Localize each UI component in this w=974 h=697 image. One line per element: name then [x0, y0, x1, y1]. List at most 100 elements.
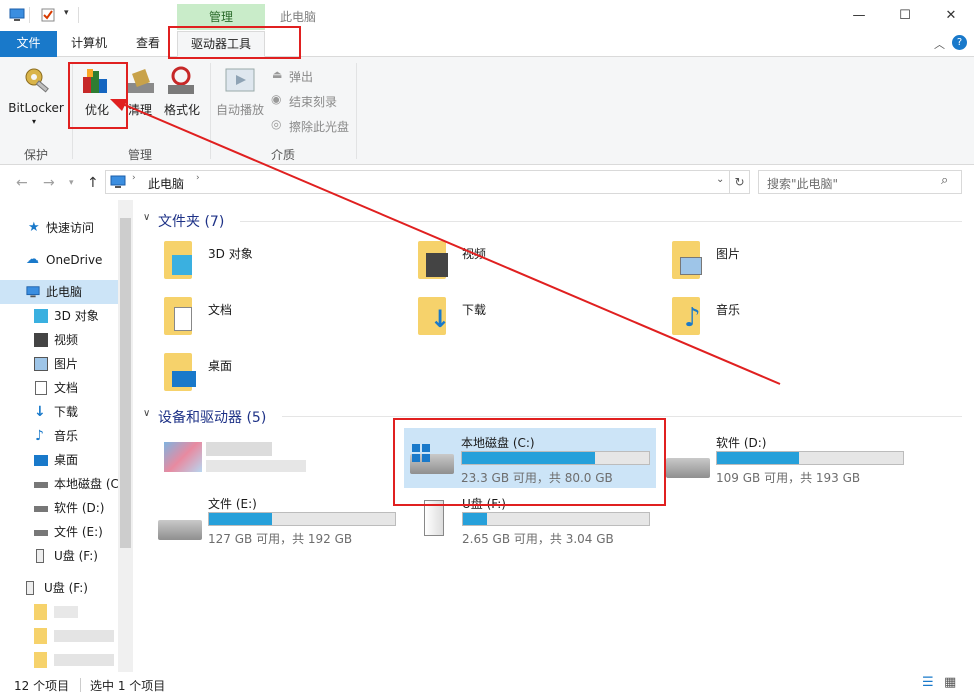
folder-label[interactable]: 音乐 — [716, 301, 740, 318]
nav-usb-f-root[interactable]: U盘 (F:) — [0, 576, 118, 600]
maximize-button[interactable]: ☐ — [882, 0, 928, 31]
details-view-icon[interactable]: ☰ — [922, 675, 934, 690]
folder-label[interactable]: 视频 — [462, 245, 486, 262]
drive-c-usage-bar — [461, 451, 650, 465]
folder-documents-icon[interactable] — [164, 297, 192, 335]
folder-label[interactable]: 文档 — [208, 301, 232, 318]
title-bar: ▾ 管理 此电脑 — ☐ ✕ — [0, 0, 974, 31]
address-dropdown-icon[interactable]: ⌄ — [716, 174, 724, 185]
tab-drive-tools[interactable]: 驱动器工具 — [177, 31, 265, 57]
cleanup-icon — [128, 69, 154, 93]
forward-arrow-icon[interactable]: → — [43, 175, 55, 191]
navigation-pane: ★ 快速访问 ☁ OneDrive 此电脑 3D 对象 视频 图片 文档 ↓ 下载 ♪… — [0, 200, 133, 672]
collapse-ribbon-icon[interactable]: ︿ — [934, 36, 945, 52]
cleanup-button[interactable]: 清理 — [126, 101, 154, 118]
drive-d-usage-bar — [716, 451, 904, 465]
nav-videos[interactable]: 视频 — [0, 328, 118, 352]
folder-3d-objects-icon[interactable] — [164, 241, 192, 279]
nav-file-e[interactable]: 文件 (E:) — [0, 520, 118, 544]
usb-drive-icon — [36, 549, 44, 563]
drive-d-usage-fill — [717, 452, 799, 464]
folder-label[interactable]: 3D 对象 — [208, 245, 253, 262]
search-input[interactable]: 搜索"此电脑" ⌕ — [758, 170, 962, 194]
nav-music[interactable]: ♪ 音乐 — [0, 424, 118, 448]
optimize-button[interactable]: 优化 — [80, 101, 114, 118]
folder-icon[interactable] — [34, 628, 47, 644]
folders-section-title[interactable]: 文件夹 (7) — [158, 211, 224, 231]
usb-drive-icon[interactable] — [424, 500, 444, 536]
folder-icon[interactable] — [34, 652, 47, 668]
nav-desktop[interactable]: 桌面 — [0, 448, 118, 472]
network-location-blurred[interactable] — [160, 440, 310, 476]
nav-local-disk-c[interactable]: 本地磁盘 (C — [0, 472, 118, 496]
folder-label[interactable]: 桌面 — [208, 357, 232, 374]
folder-label[interactable]: 图片 — [716, 245, 740, 262]
nav-quick-access[interactable]: ★ 快速访问 — [0, 216, 118, 240]
folder-videos-icon[interactable] — [418, 241, 448, 279]
large-icons-view-icon[interactable]: ▦ — [944, 675, 956, 690]
collapse-folders-icon[interactable]: ∨ — [143, 212, 150, 223]
nav-scroll-thumb[interactable] — [120, 218, 131, 548]
collapse-drives-icon[interactable]: ∨ — [143, 408, 150, 419]
nav-onedrive[interactable]: ☁ OneDrive — [0, 248, 118, 272]
help-icon[interactable]: ? — [952, 35, 967, 50]
drive-c-name[interactable]: 本地磁盘 (C:) — [461, 434, 535, 451]
music-note-icon: ♪ — [35, 428, 44, 444]
bitlocker-button[interactable]: BitLocker — [8, 101, 64, 115]
search-icon[interactable]: ⌕ — [941, 173, 948, 188]
erase-disc-button[interactable]: 擦除此光盘 — [289, 118, 349, 135]
refresh-icon[interactable]: ↻ — [730, 170, 750, 194]
address-bar[interactable]: › 此电脑 › ⌄ — [105, 170, 730, 194]
folder-pictures-icon[interactable] — [672, 241, 702, 279]
recent-locations-icon[interactable]: ▾ — [69, 178, 74, 188]
ribbon-tab-row: 文件 计算机 查看 驱动器工具 ︿ ? — [0, 31, 974, 57]
nav-software-d[interactable]: 软件 (D:) — [0, 496, 118, 520]
folder-desktop-icon[interactable] — [164, 353, 196, 391]
hard-drive-icon[interactable] — [158, 520, 202, 540]
properties-icon[interactable] — [40, 8, 56, 22]
tab-computer[interactable]: 计算机 — [61, 31, 117, 57]
breadcrumb-this-pc[interactable]: 此电脑 — [148, 175, 184, 192]
nav-3d-objects[interactable]: 3D 对象 — [0, 304, 118, 328]
eject-button[interactable]: 弹出 — [289, 68, 313, 85]
nav-pictures[interactable]: 图片 — [0, 352, 118, 376]
window-title: 此电脑 — [280, 10, 317, 24]
folder-icon[interactable] — [34, 604, 47, 620]
nav-this-pc[interactable]: 此电脑 — [0, 280, 118, 304]
tab-view[interactable]: 查看 — [123, 31, 173, 57]
computer-icon[interactable] — [9, 8, 25, 22]
format-icon — [168, 66, 194, 94]
folder-music-icon[interactable]: ♪ — [672, 297, 701, 335]
breadcrumb-chevron-icon[interactable]: › — [132, 173, 136, 183]
drive-f-name[interactable]: U盘 (F:) — [462, 495, 506, 512]
erase-disc-icon: ◎ — [271, 117, 282, 131]
back-arrow-icon[interactable]: ← — [16, 175, 28, 191]
minimize-button[interactable]: — — [836, 0, 882, 31]
nav-downloads[interactable]: ↓ 下载 — [0, 400, 118, 424]
drive-d-name[interactable]: 软件 (D:) — [716, 434, 766, 451]
document-icon — [35, 381, 47, 395]
drive-c-usage-fill — [462, 452, 595, 464]
drive-e-info: 127 GB 可用，共 192 GB — [208, 532, 353, 546]
picture-icon — [34, 357, 48, 371]
tab-file[interactable]: 文件 — [0, 31, 57, 57]
format-button[interactable]: 格式化 — [160, 101, 204, 118]
bitlocker-dropdown-icon[interactable]: ▾ — [32, 117, 36, 126]
breadcrumb-chevron-icon[interactable]: › — [196, 173, 200, 183]
drives-section-title[interactable]: 设备和驱动器 (5) — [158, 407, 266, 427]
cloud-icon: ☁ — [26, 252, 39, 267]
drive-d-info: 109 GB 可用，共 193 GB — [716, 471, 861, 485]
close-button[interactable]: ✕ — [928, 0, 974, 31]
finish-burning-button[interactable]: 结束刻录 — [289, 93, 337, 110]
folder-downloads-icon[interactable]: ↓ — [418, 297, 450, 335]
qat-dropdown-icon[interactable]: ▾ — [64, 8, 69, 18]
hard-drive-icon[interactable] — [666, 458, 710, 478]
folder-label[interactable]: 下载 — [462, 301, 486, 318]
blurred-folder-name — [54, 606, 78, 618]
autoplay-button[interactable]: 自动播放 — [214, 101, 266, 118]
nav-usb-f[interactable]: U盘 (F:) — [0, 544, 118, 568]
drive-e-name[interactable]: 文件 (E:) — [208, 495, 257, 512]
status-item-count: 12 个项目 — [14, 679, 70, 693]
nav-documents[interactable]: 文档 — [0, 376, 118, 400]
up-arrow-icon[interactable]: ↑ — [87, 175, 99, 191]
